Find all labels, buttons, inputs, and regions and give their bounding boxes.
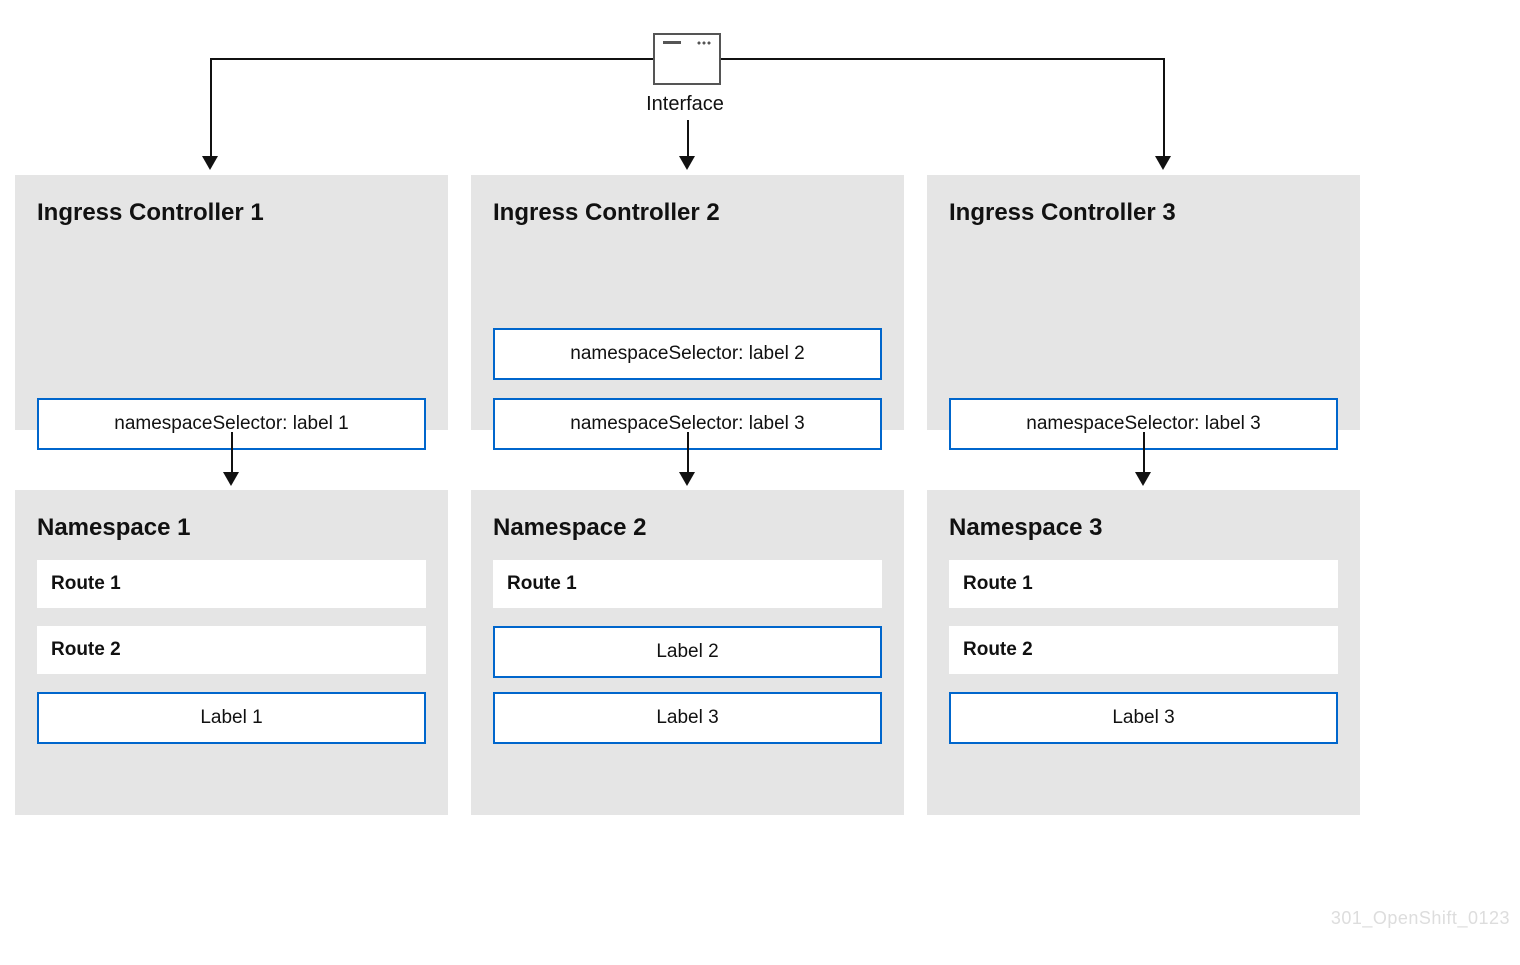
watermark-text: 301_OpenShift_0123 [1331, 908, 1510, 929]
label-item: Label 2 [493, 626, 882, 678]
connector-line [210, 58, 212, 158]
arrow-down-icon [1155, 156, 1171, 170]
label-item: Label 3 [493, 692, 882, 744]
card-title: Ingress Controller 3 [949, 199, 1338, 227]
card-title: Ingress Controller 2 [493, 199, 882, 227]
route-item: Route 2 [37, 626, 426, 674]
namespace-selector-box: namespaceSelector: label 2 [493, 328, 882, 380]
connector-line [210, 58, 653, 60]
card-title: Ingress Controller 1 [37, 199, 426, 227]
route-item: Route 1 [493, 560, 882, 608]
arrow-down-icon [202, 156, 218, 170]
arrow-down-icon [679, 156, 695, 170]
card-title: Namespace 3 [949, 514, 1338, 542]
card-title: Namespace 2 [493, 514, 882, 542]
connector-line [687, 120, 689, 158]
arrow-down-icon [223, 472, 239, 486]
ingress-controller-card: Ingress Controller 2 namespaceSelector: … [471, 175, 904, 430]
namespace-card: Namespace 3 Route 1 Route 2 Label 3 [927, 490, 1360, 815]
route-item: Route 1 [949, 560, 1338, 608]
connector-line [721, 58, 1164, 60]
card-title: Namespace 1 [37, 514, 426, 542]
namespace-card: Namespace 2 Route 1 Label 2 Label 3 [471, 490, 904, 815]
ingress-controller-card: Ingress Controller 1 namespaceSelector: … [15, 175, 448, 430]
route-item: Route 1 [37, 560, 426, 608]
arrow-down-icon [679, 472, 695, 486]
label-item: Label 3 [949, 692, 1338, 744]
connector-line [1143, 432, 1145, 474]
arrow-down-icon [1135, 472, 1151, 486]
interface-icon [653, 33, 721, 85]
connector-line [231, 432, 233, 474]
architecture-diagram: Interface Ingress Controller 1 namespace… [0, 0, 1520, 965]
connector-line [687, 432, 689, 474]
ingress-controller-card: Ingress Controller 3 namespaceSelector: … [927, 175, 1360, 430]
interface-label: Interface [620, 93, 750, 116]
namespace-card: Namespace 1 Route 1 Route 2 Label 1 [15, 490, 448, 815]
connector-line [1163, 58, 1165, 158]
route-item: Route 2 [949, 626, 1338, 674]
label-item: Label 1 [37, 692, 426, 744]
